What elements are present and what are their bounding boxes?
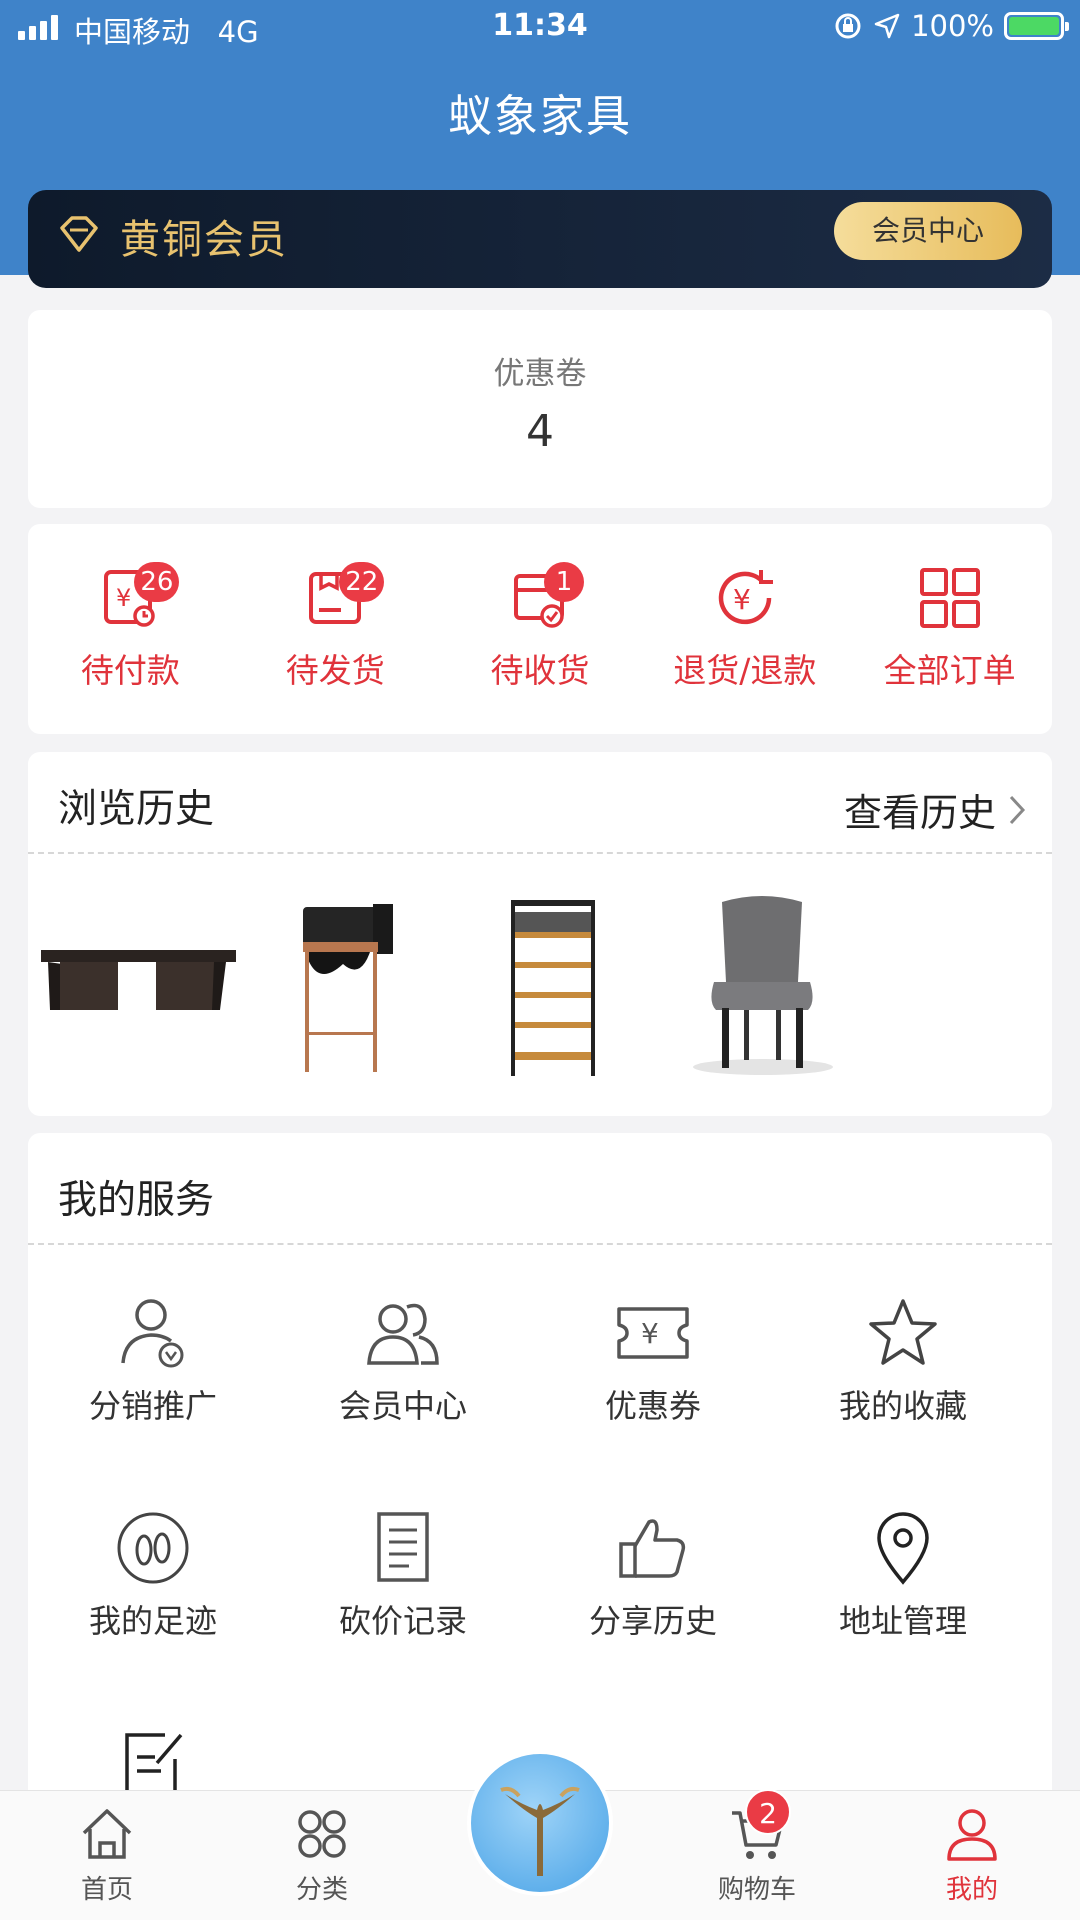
service-label: 砍价记录 bbox=[338, 1602, 467, 1640]
svg-text:¥: ¥ bbox=[733, 583, 751, 616]
home-icon bbox=[82, 1809, 132, 1859]
history-title: 浏览历史 bbox=[58, 787, 215, 832]
svg-text:¥: ¥ bbox=[641, 1317, 659, 1350]
order-status-card: ¥ 26 待付款 22 待发货 1 待收货 ¥ 退货/退款 全部订单 bbox=[28, 524, 1052, 734]
footprint-icon bbox=[117, 1512, 189, 1584]
battery-icon bbox=[1004, 12, 1069, 40]
tab-cart[interactable]: 2 购物车 bbox=[687, 1789, 827, 1906]
coupon-count: 4 bbox=[526, 406, 554, 457]
order-refund[interactable]: ¥ 退货/退款 bbox=[642, 524, 847, 734]
order-badge: 26 bbox=[134, 562, 180, 602]
diamond-icon bbox=[60, 216, 98, 252]
service-label: 分销推广 bbox=[88, 1387, 217, 1425]
order-label: 待付款 bbox=[80, 651, 180, 690]
users-icon bbox=[367, 1303, 439, 1365]
product-thumbnail-table[interactable] bbox=[36, 882, 241, 1082]
order-pending-payment[interactable]: ¥ 26 待付款 bbox=[28, 524, 233, 734]
service-coupons[interactable]: ¥ 优惠券 bbox=[528, 1293, 778, 1427]
user-icon bbox=[947, 1809, 997, 1861]
svg-text:¥: ¥ bbox=[116, 584, 131, 612]
tab-home[interactable]: 首页 bbox=[37, 1805, 177, 1906]
location-arrow-icon bbox=[874, 13, 900, 39]
coupon-label: 优惠卷 bbox=[493, 356, 587, 392]
tab-label: 分类 bbox=[295, 1875, 348, 1905]
refund-icon: ¥ bbox=[718, 570, 773, 625]
grid-icon bbox=[919, 568, 980, 628]
coupon-card[interactable]: 优惠卷 4 bbox=[28, 310, 1052, 508]
services-title: 我的服务 bbox=[58, 1178, 215, 1223]
service-distribution[interactable]: 分销推广 bbox=[28, 1293, 278, 1427]
view-history-label: 查看历史 bbox=[843, 791, 996, 835]
service-share-history[interactable]: 分享历史 bbox=[528, 1508, 778, 1642]
document-icon bbox=[377, 1512, 429, 1582]
battery-percent: 100% bbox=[911, 9, 994, 43]
tab-mine[interactable]: 我的 bbox=[902, 1805, 1042, 1906]
member-bar[interactable]: 黄铜会员 会员中心 bbox=[28, 190, 1052, 288]
order-label: 全部订单 bbox=[883, 651, 1016, 690]
service-member-center[interactable]: 会员中心 bbox=[278, 1293, 528, 1427]
chevron-right-icon bbox=[1009, 795, 1026, 824]
status-right: 100% bbox=[833, 9, 1069, 43]
order-label: 待收货 bbox=[490, 651, 590, 690]
service-footprints[interactable]: 我的足迹 bbox=[28, 1508, 278, 1642]
my-services-card: 我的服务 分销推广 会员中心 ¥ 优惠券 我的收藏 我的足迹 砍价记录 分享历史… bbox=[28, 1133, 1052, 1813]
member-center-button[interactable]: 会员中心 bbox=[834, 202, 1022, 260]
service-label: 地址管理 bbox=[838, 1602, 967, 1640]
thumbs-up-icon bbox=[619, 1519, 686, 1578]
tab-label: 首页 bbox=[80, 1875, 133, 1905]
service-address-management[interactable]: 地址管理 bbox=[778, 1508, 1028, 1642]
category-icon bbox=[298, 1810, 346, 1858]
order-pending-shipment[interactable]: 22 待发货 bbox=[233, 524, 438, 734]
view-history-link[interactable]: 查看历史 bbox=[844, 782, 1026, 837]
service-label: 分享历史 bbox=[588, 1602, 717, 1640]
member-level: 黄铜会员 bbox=[120, 217, 288, 263]
tab-label: 购物车 bbox=[717, 1875, 796, 1905]
star-icon bbox=[869, 1299, 937, 1365]
center-logo-button[interactable] bbox=[467, 1750, 613, 1896]
order-badge: 22 bbox=[339, 562, 385, 602]
order-pending-receipt[interactable]: 1 待收货 bbox=[438, 524, 643, 734]
product-thumbnail-shelf[interactable] bbox=[448, 882, 653, 1082]
service-label: 会员中心 bbox=[338, 1387, 467, 1425]
service-favorites[interactable]: 我的收藏 bbox=[778, 1293, 1028, 1427]
user-badge-icon bbox=[121, 1299, 184, 1368]
page-title: 蚁象家具 bbox=[448, 91, 632, 142]
order-all[interactable]: 全部订单 bbox=[847, 524, 1052, 734]
service-bargain-records[interactable]: 砍价记录 bbox=[278, 1508, 528, 1642]
order-label: 退货/退款 bbox=[673, 651, 817, 690]
location-pin-icon bbox=[877, 1512, 929, 1585]
service-label: 我的足迹 bbox=[88, 1602, 217, 1640]
product-thumbnail-desk[interactable] bbox=[243, 882, 448, 1082]
cart-badge: 2 bbox=[745, 1789, 791, 1835]
tab-category[interactable]: 分类 bbox=[252, 1805, 392, 1906]
ticket-icon: ¥ bbox=[617, 1307, 689, 1359]
service-label: 优惠券 bbox=[604, 1387, 701, 1425]
brand-logo-icon bbox=[500, 1786, 580, 1876]
order-badge: 1 bbox=[543, 562, 584, 602]
service-label: 我的收藏 bbox=[838, 1387, 967, 1425]
order-label: 待发货 bbox=[285, 651, 385, 690]
status-bar: 中国移动 4G 11:34 100% bbox=[0, 0, 1080, 56]
browsing-history-card: 浏览历史 查看历史 bbox=[28, 752, 1052, 1116]
rotation-lock-icon bbox=[835, 13, 861, 39]
tab-label: 我的 bbox=[945, 1875, 998, 1905]
product-thumbnail-chair[interactable] bbox=[658, 882, 863, 1082]
